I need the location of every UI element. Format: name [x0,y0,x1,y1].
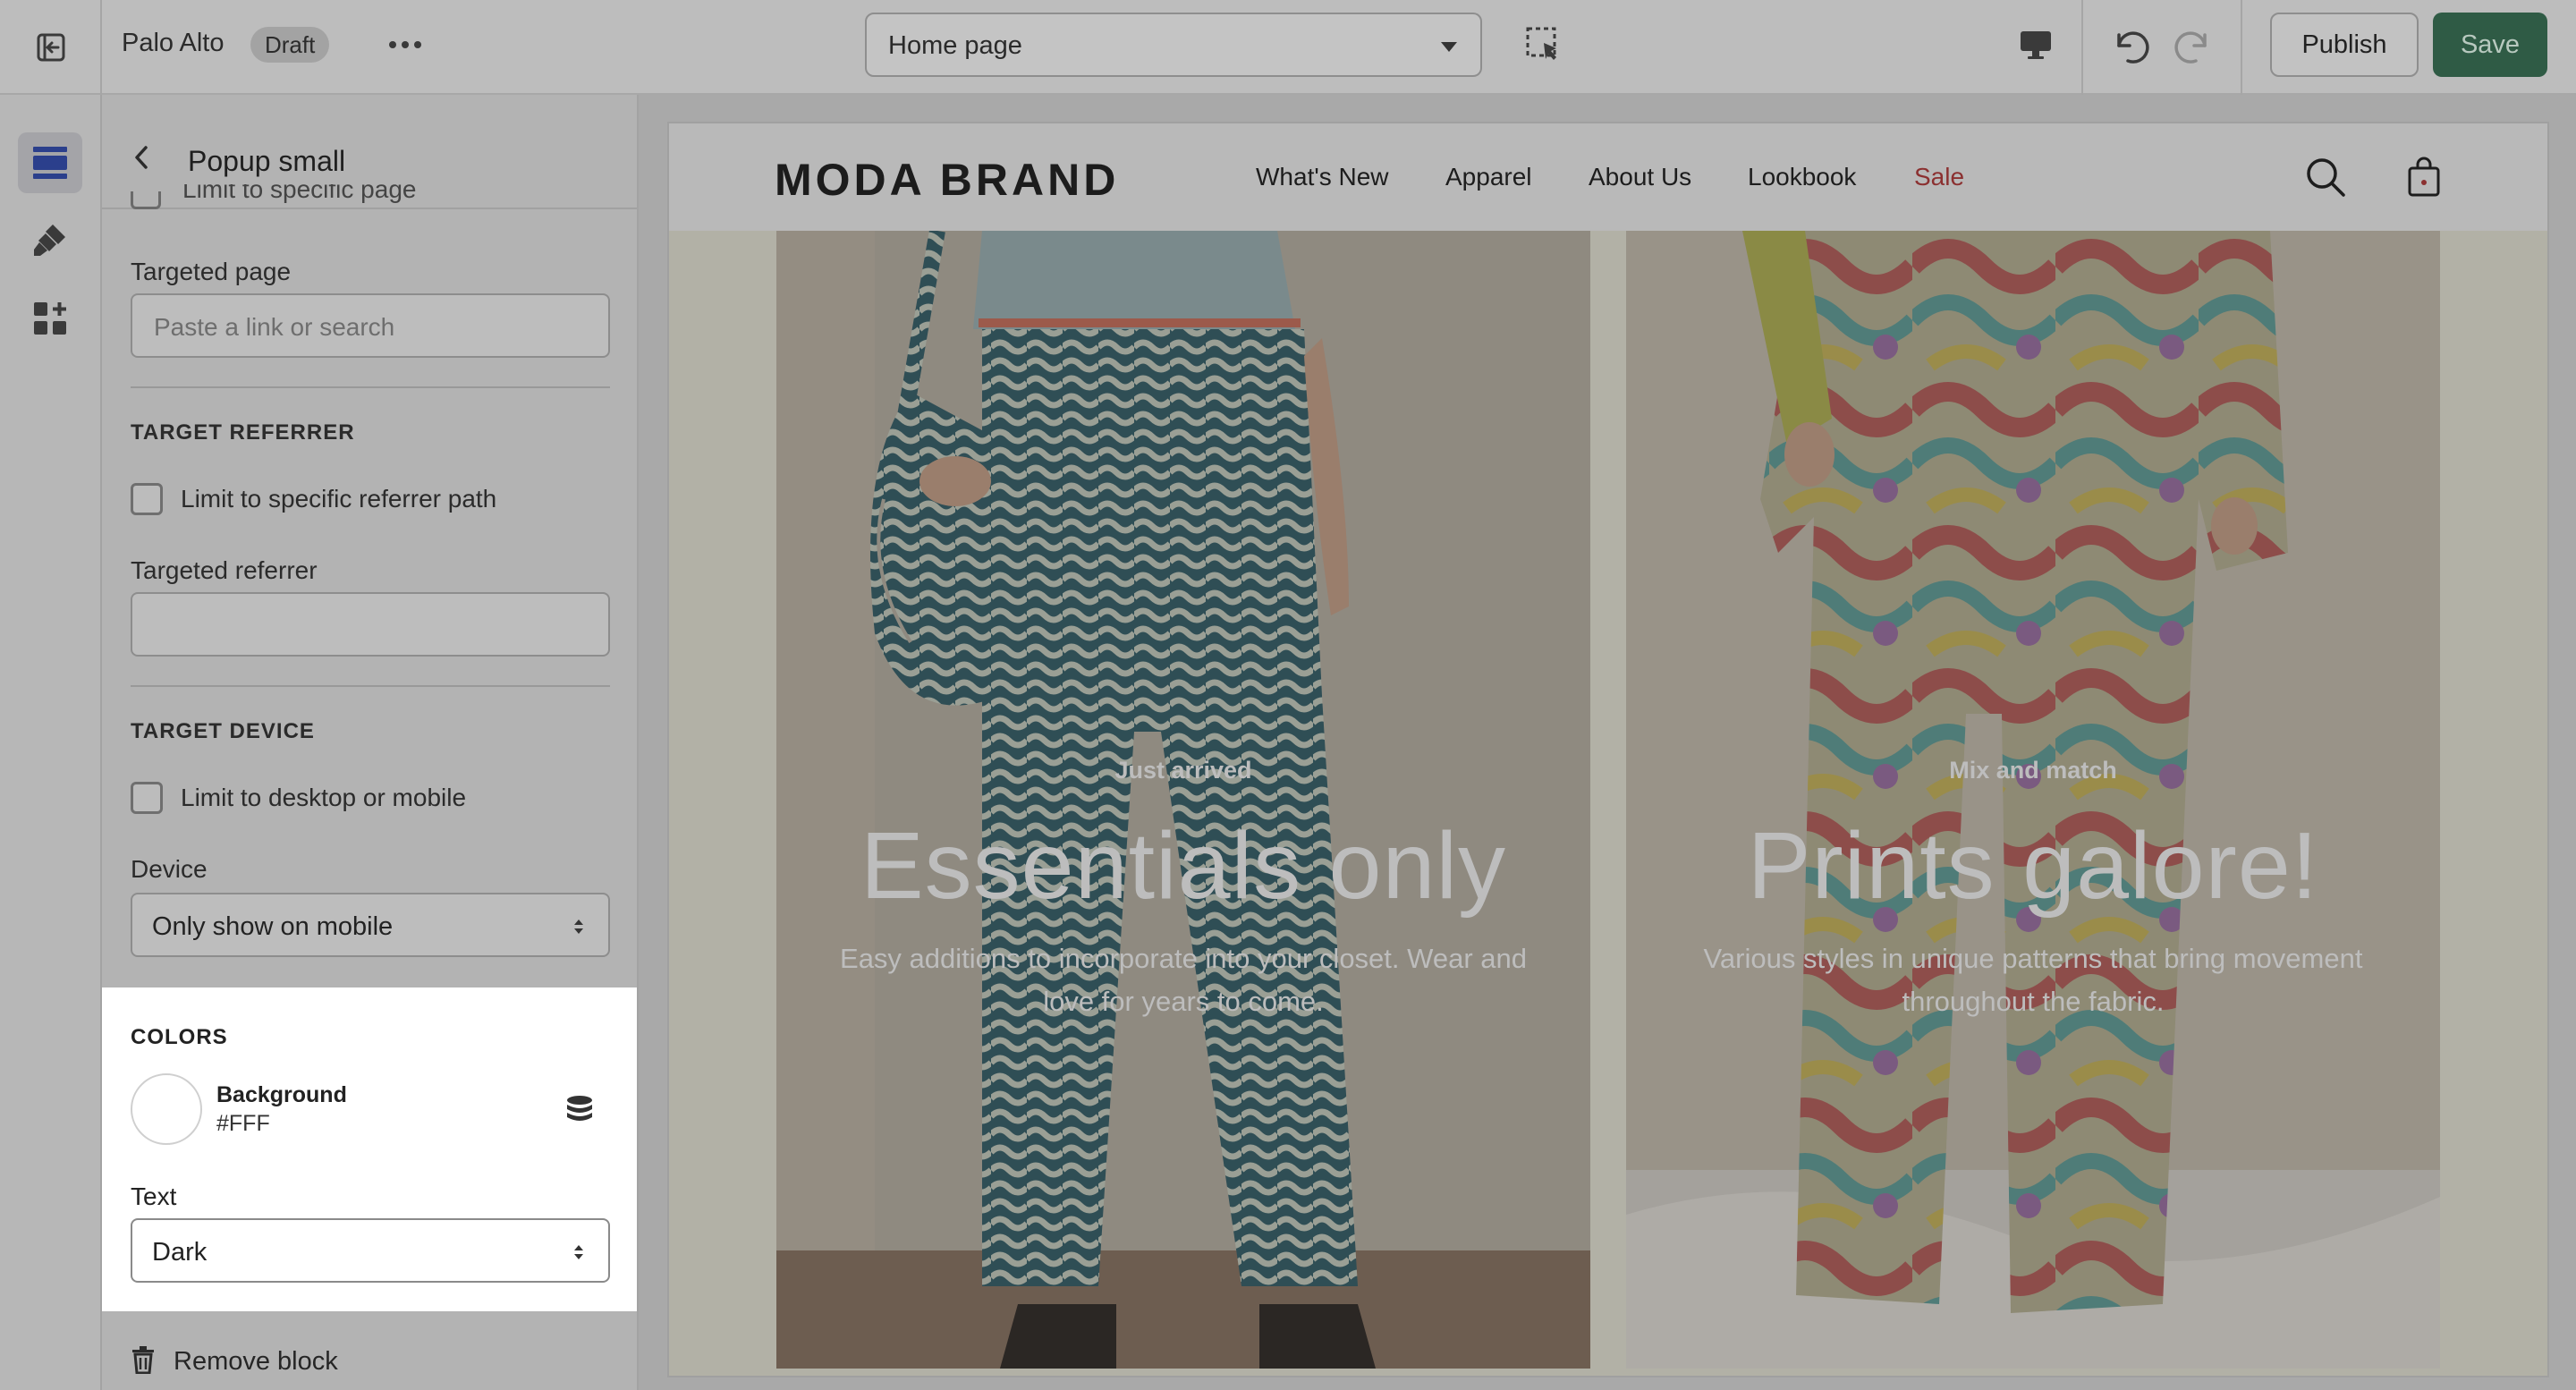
database-icon [567,1096,592,1121]
device-select-value: Only show on mobile [152,912,394,941]
referrer-limit-checkbox[interactable] [131,483,163,515]
undo-button[interactable] [2104,21,2154,72]
cart-button[interactable] [2401,154,2447,200]
divider [131,685,610,687]
store-header: MODA BRAND What's New Apparel About Us L… [669,123,2547,231]
back-button[interactable] [123,140,159,175]
search-icon [2307,158,2345,197]
device-select[interactable]: Only show on mobile [131,893,610,957]
chevron-down-icon [1441,42,1457,52]
sections-icon [33,147,67,179]
divider [2241,0,2242,95]
targeted-referrer-label: Targeted referrer [131,556,318,584]
panel-title: Popup small [188,145,346,177]
text-color-select-value: Dark [152,1238,208,1267]
sections-nav-button[interactable] [18,132,82,193]
save-button[interactable]: Save [2433,13,2547,77]
device-limit-checkbox[interactable] [131,782,163,814]
colors-settings-card: COLORS Background #FFF Text Dark [102,987,637,1311]
editor-topbar: Palo Alto Draft Home page Publish Save [0,0,2576,95]
targeted-page-input[interactable]: Paste a link or search [131,293,610,358]
redo-button[interactable] [2170,21,2220,72]
app-embeds-nav-button[interactable] [18,288,82,349]
desktop-icon [2021,31,2051,59]
background-color-value: #FFF [216,1111,270,1136]
store-name: Palo Alto [122,29,225,57]
page-selector[interactable]: Home page [865,13,1482,77]
status-badge: Draft [250,27,330,63]
page-limit-checkbox-label: Limit to specific page [182,184,417,203]
redo-icon [2174,31,2207,64]
colors-heading: COLORS [131,1025,228,1049]
text-color-label: Text [131,1182,177,1210]
more-horizontal-icon [389,41,421,48]
undo-icon [2117,31,2149,64]
block-settings-panel: Popup small Limit to specific page Targe… [102,95,639,1390]
nav-about-us[interactable]: About Us [1589,163,1691,191]
nav-sale[interactable]: Sale [1914,163,1964,191]
hero-body: Various styles in unique patterns that b… [1703,943,2363,1017]
divider [100,0,102,95]
nav-whats-new[interactable]: What's New [1256,163,1389,191]
nav-lookbook[interactable]: Lookbook [1748,163,1856,191]
trash-icon [132,1346,154,1374]
device-preview-button[interactable] [2012,21,2059,68]
hero-panel-prints[interactable]: Mix and match Prints galore! Various sty… [1626,231,2440,1369]
panel-header: Popup small Limit to specific page [102,95,637,209]
publish-button[interactable]: Publish [2270,13,2419,77]
target-referrer-heading: TARGET REFERRER [131,420,355,445]
shopping-bag-icon [2408,157,2440,197]
targeted-page-placeholder: Paste a link or search [154,313,395,341]
background-color-swatch[interactable] [131,1073,202,1145]
nav-apparel[interactable]: Apparel [1445,163,1532,191]
paint-brush-icon [34,225,65,256]
exit-editor-button[interactable] [20,20,82,75]
page-selector-value: Home page [888,31,1022,60]
device-limit-label: Limit to desktop or mobile [181,784,467,811]
hero-body: Easy additions to incorporate into your … [840,943,1527,1017]
hero-panel-essentials[interactable]: Just arrived Essentials only Easy additi… [776,231,1590,1369]
model-photo-print-suit [1626,231,2440,1369]
chevron-left-icon [135,146,148,169]
hero-eyebrow: Just arrived [1114,757,1252,784]
hero-headline: Prints galore! [1747,813,2319,919]
hero-headline: Essentials only [860,813,1506,919]
exit-icon [37,33,65,62]
referrer-limit-label: Limit to specific referrer path [181,485,497,513]
device-label: Device [131,855,208,883]
select-cursor-icon [1526,27,1556,60]
search-button[interactable] [2302,154,2349,200]
editor-nav-rail [0,95,102,1390]
theme-settings-nav-button[interactable] [18,209,82,270]
background-color-label: Background [216,1082,347,1107]
targeted-page-label: Targeted page [131,258,292,285]
more-actions-button[interactable] [383,25,428,64]
divider [131,386,610,388]
text-color-select[interactable]: Dark [131,1218,610,1283]
hero-eyebrow: Mix and match [1949,757,2117,784]
inspector-toggle-button[interactable] [1521,21,1567,68]
dynamic-source-button[interactable] [562,1091,597,1127]
targeted-referrer-input[interactable] [131,592,610,657]
select-arrows-icon [574,920,583,934]
page-limit-checkbox[interactable] [131,191,161,209]
apps-icon [34,302,66,335]
select-arrows-icon [574,1245,583,1259]
brand-logo[interactable]: MODA BRAND [775,154,1119,206]
remove-block-label: Remove block [174,1347,338,1376]
target-device-heading: TARGET DEVICE [131,719,315,743]
divider [2081,0,2083,95]
storefront-preview: MODA BRAND What's New Apparel About Us L… [667,122,2549,1377]
model-photo-patterned-trousers [776,231,1590,1369]
